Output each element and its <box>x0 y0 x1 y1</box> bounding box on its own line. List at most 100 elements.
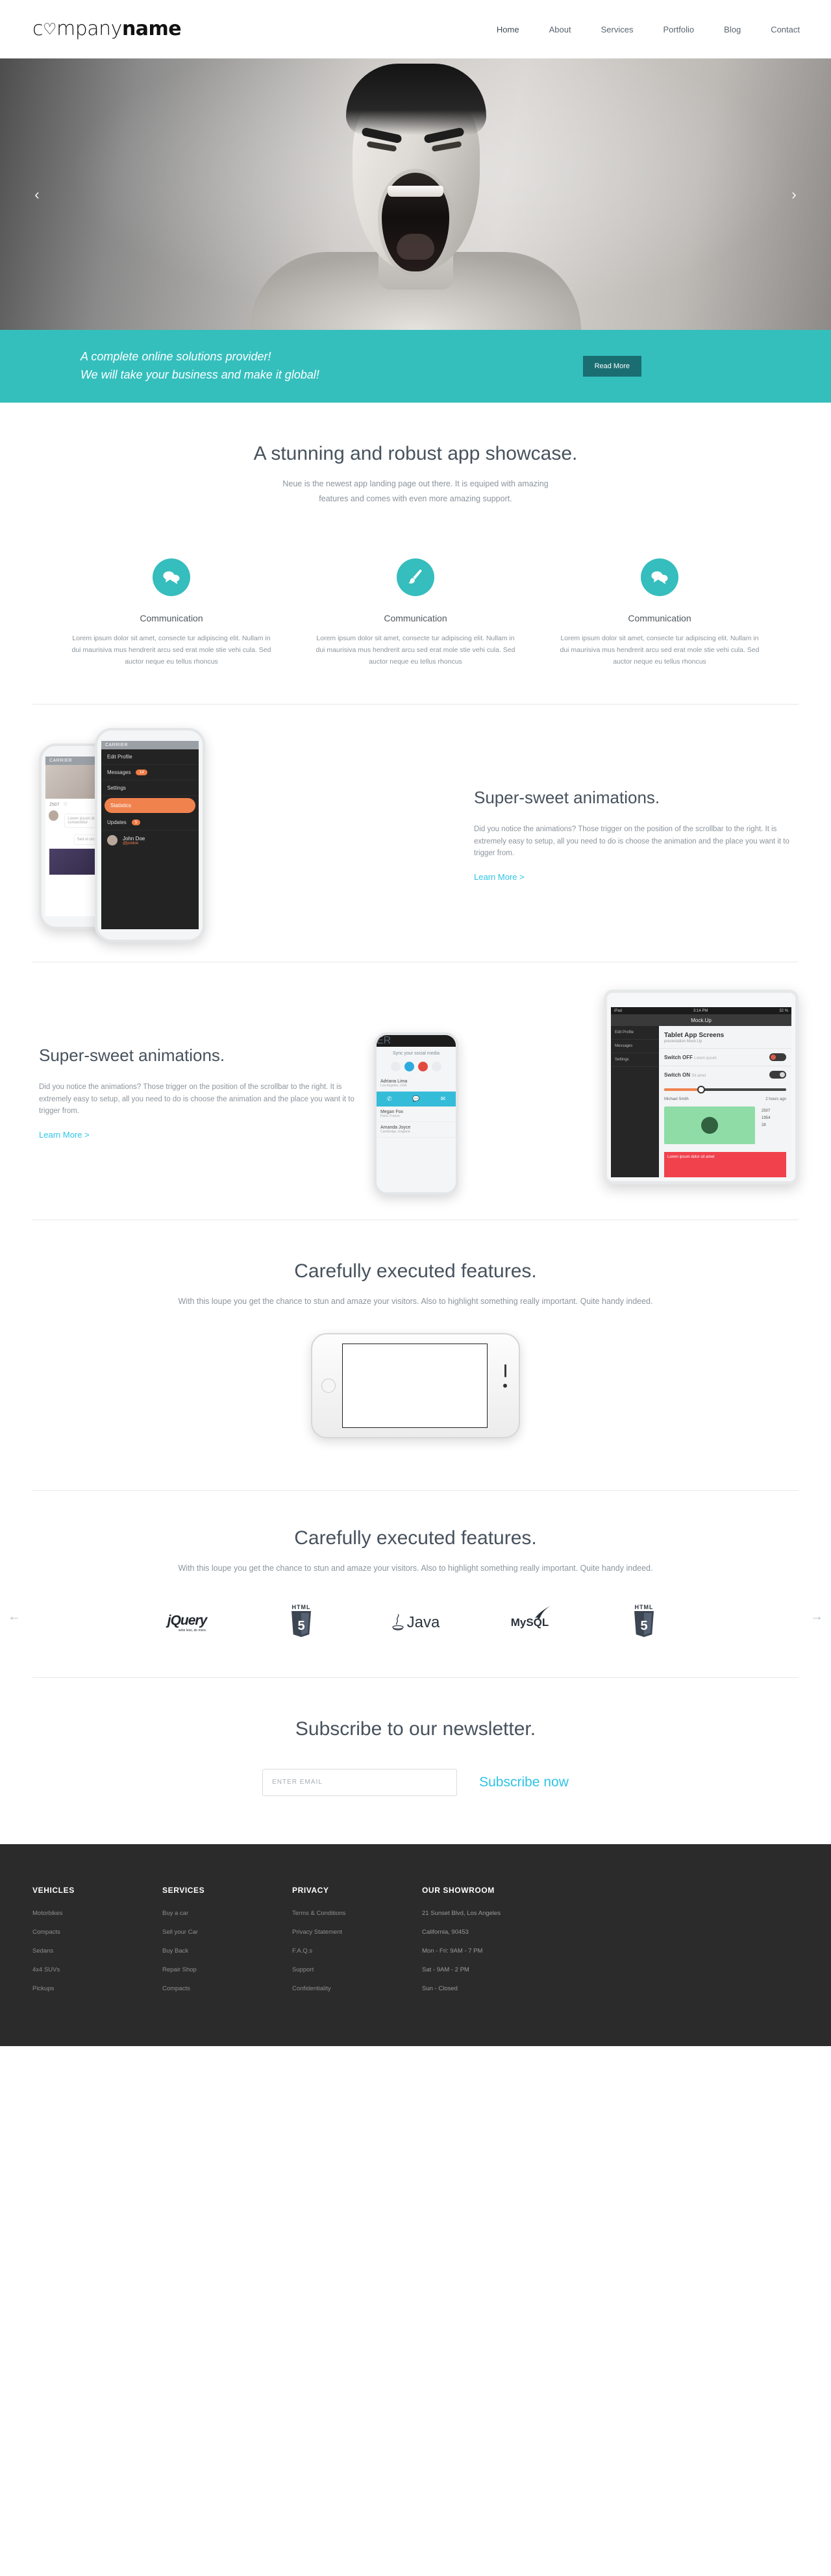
contact-name: Adriana Lima <box>380 1079 408 1084</box>
footer-link-item[interactable]: Terms & Conditions <box>292 1907 422 1918</box>
footer-link[interactable]: Confidentiality <box>292 1985 331 1992</box>
nav-item-portfolio[interactable]: Portfolio <box>663 25 694 34</box>
contact-name: Megan Fox <box>380 1110 404 1115</box>
animations-title: Super-sweet animations. <box>39 1045 225 1065</box>
footer-link[interactable]: Sell your Car <box>162 1929 198 1936</box>
contact-list-item[interactable]: Megan Fox Paris, France <box>377 1107 456 1123</box>
footer-link-item[interactable]: 4x4 SUVs <box>32 1963 162 1975</box>
footer-link[interactable]: Compacts <box>162 1985 190 1992</box>
footer-link[interactable]: Pickups <box>32 1985 54 1992</box>
chat-icon[interactable]: 💬 <box>412 1095 419 1103</box>
learn-more-link[interactable]: Learn More > <box>474 872 525 882</box>
jquery-logo-text: jQuery <box>167 1612 208 1628</box>
pinterest-icon[interactable] <box>432 1062 441 1072</box>
phone-screen <box>342 1343 488 1428</box>
phone-menu-item[interactable]: Updates 5 <box>101 815 199 831</box>
tablet-slider[interactable] <box>659 1083 791 1096</box>
contact-list-item[interactable]: Adriana Lima Los Angeles, USA <box>377 1076 456 1092</box>
tablet-switch-row[interactable]: Switch OFF Lorem ipsum <box>659 1048 791 1066</box>
footer-link-item[interactable]: Pickups <box>32 1982 162 1994</box>
phone-menu-item[interactable]: Settings <box>101 781 199 797</box>
contact-list-item[interactable]: Amanda Joyce Cambridge, England <box>377 1122 456 1138</box>
footer-link-item[interactable]: Support <box>292 1963 422 1975</box>
footer-link[interactable]: Sedans <box>32 1947 53 1955</box>
phone-menu-item-active[interactable]: Statistics <box>105 798 195 814</box>
footer-link-item[interactable]: Sell your Car <box>162 1925 292 1937</box>
footer-link[interactable]: Buy a car <box>162 1910 188 1917</box>
footer-link[interactable]: Buy Back <box>162 1947 188 1955</box>
showroom-hours-weekday: Mon - Fri: 9AM - 7 PM <box>422 1947 483 1955</box>
tablet-switch-row[interactable]: Switch ON Sit amet <box>659 1066 791 1083</box>
toggle-off-icon[interactable] <box>769 1053 786 1062</box>
avatar <box>49 810 59 821</box>
phone-call-icon[interactable]: ✆ <box>387 1095 392 1103</box>
tablet-switch-sub: Sit amet <box>691 1073 706 1078</box>
footer-link[interactable]: 4x4 SUVs <box>32 1966 60 1973</box>
nav-item-about[interactable]: About <box>549 25 571 34</box>
contact-location: Los Angeles, USA <box>380 1084 407 1088</box>
newsletter-section: Subscribe to our newsletter. Subscribe n… <box>0 1678 831 1844</box>
learn-more-link[interactable]: Learn More > <box>39 1130 90 1140</box>
logo-text-part1: c <box>32 18 43 40</box>
footer-link[interactable]: Compacts <box>32 1929 60 1936</box>
toggle-on-icon[interactable] <box>769 1071 786 1079</box>
animations-section-left-media: CARRIER 2507 ♡ Lorem ipsum dolor consect… <box>0 705 831 962</box>
footer-link-item[interactable]: Sedans <box>32 1944 162 1956</box>
showcase-subtitle: Neue is the newest app landing page out … <box>282 479 549 504</box>
java-logo-text: Java <box>406 1613 440 1631</box>
footer-link-item[interactable]: Privacy Statement <box>292 1925 422 1937</box>
footer-link-item[interactable]: Compacts <box>32 1925 162 1937</box>
phone-menu-item[interactable]: Messages 14 <box>101 765 199 781</box>
carousel-prev-arrow-icon[interactable]: ‹ <box>26 183 48 205</box>
footer-link[interactable]: Privacy Statement <box>292 1929 342 1936</box>
email-input[interactable] <box>262 1768 458 1796</box>
nav-item-home[interactable]: Home <box>497 25 519 34</box>
subscribe-button[interactable]: Subscribe now <box>479 1775 569 1790</box>
tablet-sidebar-item[interactable]: Messages <box>611 1040 659 1054</box>
footer-link-item[interactable]: Buy Back <box>162 1944 292 1956</box>
footer-link[interactable]: Support <box>292 1966 314 1973</box>
feature-card: Communication Lorem ipsum dolor sit amet… <box>314 558 517 668</box>
nav-item-contact[interactable]: Contact <box>771 25 800 34</box>
footer-link[interactable]: F.A.Q.s <box>292 1947 312 1955</box>
partners-section: Carefully executed features. With this l… <box>0 1491 831 1677</box>
heart-icon: ♡ <box>43 20 57 38</box>
google-plus-icon[interactable] <box>418 1062 428 1072</box>
animations-body: Did you notice the animations? Those tri… <box>39 1082 354 1116</box>
footer-link-item[interactable]: F.A.Q.s <box>292 1944 422 1956</box>
html5-shield-icon: 5 <box>634 1611 654 1638</box>
footer-link-item[interactable]: Compacts <box>162 1982 292 1994</box>
tablet-sidebar-item[interactable]: Edit Profile <box>611 1026 659 1040</box>
footer-link[interactable]: Terms & Conditions <box>292 1910 345 1917</box>
footer-link-item[interactable]: Buy a car <box>162 1907 292 1918</box>
twitter-icon[interactable] <box>404 1062 414 1072</box>
footer-column-title: OUR SHOWROOM <box>422 1885 495 1895</box>
tablet-sidebar-item[interactable]: Settings <box>611 1053 659 1068</box>
tablet-post-time: 2 hours ago <box>765 1097 786 1102</box>
html5-logo-text: HTML <box>291 1604 311 1611</box>
chat-bubbles-icon <box>641 558 678 597</box>
logos-next-arrow-icon[interactable]: → <box>810 1609 823 1624</box>
tablet-switch-label: Switch ON <box>664 1071 691 1078</box>
nav-item-blog[interactable]: Blog <box>724 25 741 34</box>
nav-item-services[interactable]: Services <box>601 25 634 34</box>
newsletter-title: Subscribe to our newsletter. <box>295 1718 536 1740</box>
footer-link-item[interactable]: Confidentiality <box>292 1982 422 1994</box>
phone-menu-item[interactable]: Edit Profile <box>101 749 199 766</box>
facebook-icon[interactable] <box>391 1062 401 1072</box>
tablet-time: 3:14 PM <box>693 1008 708 1013</box>
read-more-button[interactable]: Read More <box>582 356 641 377</box>
footer-link-item[interactable]: Repair Shop <box>162 1963 292 1975</box>
footer-link[interactable]: Motorbikes <box>32 1910 62 1917</box>
footer-link-item[interactable]: Motorbikes <box>32 1907 162 1918</box>
footer-link[interactable]: Repair Shop <box>162 1966 197 1973</box>
phone-menu-label: Settings <box>107 785 126 792</box>
contact-location: Cambridge, England <box>380 1130 410 1134</box>
carousel-next-arrow-icon[interactable]: › <box>783 183 805 205</box>
phone-menu-badge: 5 <box>131 819 141 826</box>
logos-prev-arrow-icon[interactable]: ← <box>8 1609 21 1624</box>
mail-icon[interactable]: ✉ <box>440 1095 445 1103</box>
phone-user-handle: @jondoe <box>123 841 139 845</box>
tablet-status-bar: iPad 3:14 PM 32 % <box>611 1007 791 1015</box>
logo[interactable]: c ♡ mpany name <box>32 18 182 40</box>
